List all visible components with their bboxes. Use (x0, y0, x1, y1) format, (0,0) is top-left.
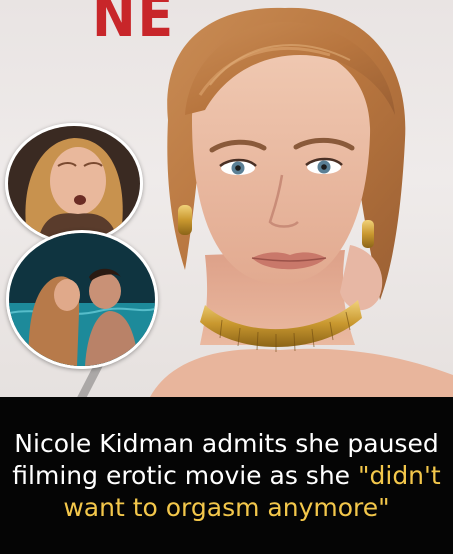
headline-caption: Nicole Kidman admits she paused filming … (0, 397, 453, 554)
headline-text: Nicole Kidman admits she paused filming … (12, 428, 442, 524)
article-card: NE Nicole Kidman admits she paused filmi… (0, 0, 453, 554)
inset-photo-pool-kiss-icon (6, 230, 158, 369)
inset-photo-face-icon (5, 123, 143, 244)
